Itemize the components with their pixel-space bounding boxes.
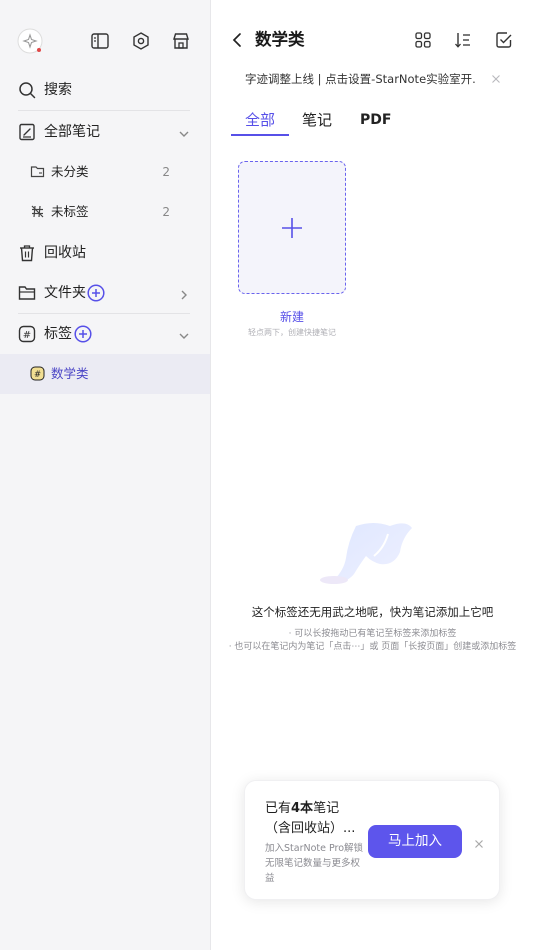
divider bbox=[18, 110, 190, 111]
sidebar-item-all-notes[interactable]: 全部笔记 bbox=[0, 112, 210, 152]
sidebar-item-label: 未标签 bbox=[51, 204, 89, 219]
multi-select-icon[interactable] bbox=[495, 31, 513, 49]
sidebar: 搜索 全部笔记 未分类 2 未标签 2 回收站 文件夹 # 标签 # 数学类 bbox=[0, 0, 211, 950]
close-icon[interactable] bbox=[474, 834, 484, 853]
add-folder-icon[interactable] bbox=[87, 284, 105, 302]
sidebar-item-label: 未分类 bbox=[51, 164, 89, 179]
sidebar-item-untagged[interactable]: 未标签 2 bbox=[0, 192, 210, 232]
new-note-card[interactable] bbox=[238, 161, 346, 294]
main-panel: 数学类 字迹调整上线 | 点击设置-StarNote实验室开... 全部 笔记 … bbox=[211, 0, 534, 950]
sidebar-item-label: 回收站 bbox=[44, 245, 86, 261]
close-icon[interactable] bbox=[491, 74, 501, 84]
sidebar-item-tag-math[interactable]: # 数学类 bbox=[0, 354, 210, 394]
back-icon[interactable] bbox=[230, 31, 246, 49]
sidebar-item-label: 数学类 bbox=[51, 366, 89, 381]
svg-text:#: # bbox=[34, 370, 41, 380]
tab-indicator bbox=[231, 134, 289, 136]
app-logo-icon[interactable] bbox=[17, 28, 43, 54]
sidebar-item-search[interactable]: 搜索 bbox=[0, 70, 210, 110]
empty-state-line: · 也可以在笔记内为笔记「点击⋯」或 页面「长按页面」创建或添加标签 bbox=[228, 642, 517, 652]
settings-icon[interactable] bbox=[131, 31, 151, 51]
sidebar-item-trash[interactable]: 回收站 bbox=[0, 233, 210, 273]
new-note-label[interactable]: 新建 bbox=[238, 308, 346, 325]
empty-state-line: · 可以长按拖动已有笔记至标签来添加标签 bbox=[288, 629, 457, 639]
tab-pdf[interactable]: PDF bbox=[360, 110, 391, 130]
notebook-icon bbox=[18, 123, 36, 141]
chevron-down-icon[interactable] bbox=[178, 327, 190, 346]
new-note-hint: 轻点两下，创建快捷笔记 bbox=[248, 328, 336, 337]
trash-icon bbox=[18, 244, 36, 262]
chevron-down-icon[interactable] bbox=[178, 125, 190, 144]
sidebar-item-label: 搜索 bbox=[44, 82, 72, 98]
promo-description: 加入StarNote Pro解锁无限笔记数量与更多权益 bbox=[265, 843, 364, 884]
sidebar-item-unsorted[interactable]: 未分类 2 bbox=[0, 152, 210, 192]
sort-icon[interactable] bbox=[454, 31, 472, 49]
sidebar-item-tags[interactable]: # 标签 bbox=[0, 314, 210, 354]
page-title: 数学类 bbox=[255, 30, 305, 49]
grid-view-icon[interactable] bbox=[414, 31, 432, 49]
sidebar-toggle-icon[interactable] bbox=[90, 31, 110, 51]
empty-state-description: · 可以长按拖动已有笔记至标签来添加标签 · 也可以在笔记内为笔记「点击⋯」或 … bbox=[221, 628, 524, 654]
upgrade-promo-card: 已有4本笔记（含回收站）... 加入StarNote Pro解锁无限笔记数量与更… bbox=[244, 780, 500, 900]
svg-text:#: # bbox=[23, 330, 31, 341]
sidebar-item-label: 标签 bbox=[44, 326, 72, 342]
notice-banner[interactable]: 字迹调整上线 | 点击设置-StarNote实验室开... bbox=[245, 70, 475, 88]
empty-state-title: 这个标签还无用武之地呢，快为笔记添加上它吧 bbox=[251, 605, 494, 619]
hashtag-icon: # bbox=[18, 325, 36, 343]
untagged-icon bbox=[30, 204, 45, 219]
search-icon bbox=[18, 81, 36, 99]
join-pro-button[interactable]: 马上加入 bbox=[368, 825, 462, 858]
folder-icon bbox=[18, 284, 36, 302]
sidebar-item-folders[interactable]: 文件夹 bbox=[0, 273, 210, 313]
chevron-right-icon[interactable] bbox=[178, 286, 190, 305]
tab-notes[interactable]: 笔记 bbox=[302, 110, 332, 130]
plus-icon bbox=[281, 217, 303, 239]
store-icon[interactable] bbox=[171, 31, 191, 51]
folder-unsorted-icon bbox=[30, 164, 45, 179]
tab-all[interactable]: 全部 bbox=[245, 110, 275, 130]
tag-icon: # bbox=[30, 366, 45, 381]
item-count: 2 bbox=[162, 165, 170, 179]
empty-tag-illustration bbox=[314, 518, 414, 590]
add-tag-icon[interactable] bbox=[74, 325, 92, 343]
promo-title: 已有4本笔记（含回收站）... bbox=[265, 801, 356, 836]
item-count: 2 bbox=[162, 205, 170, 219]
sidebar-item-label: 全部笔记 bbox=[44, 124, 100, 140]
sidebar-item-label: 文件夹 bbox=[44, 285, 86, 301]
